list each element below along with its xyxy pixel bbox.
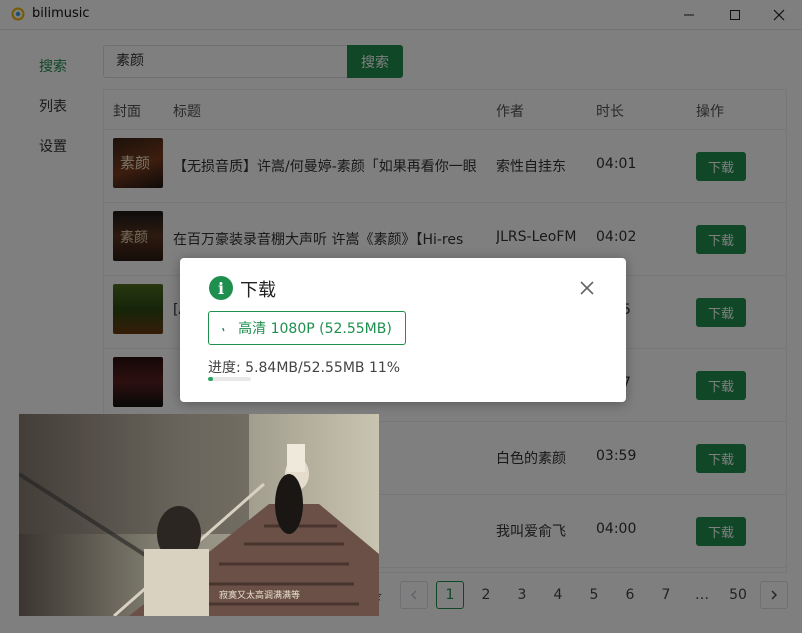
dialog-title: 下载 — [240, 280, 276, 301]
progress-value: 5.84MB/52.55MB 11% — [245, 360, 401, 376]
progress-bar — [208, 377, 251, 381]
quality-option-label: 高清 1080P (52.55MB) — [238, 321, 392, 337]
download-dialog: i 下载 高清 1080P (52.55MB) 进度: 5.84MB/52.55… — [180, 258, 626, 402]
progress-text: 进度: 5.84MB/52.55MB 11% — [208, 357, 400, 377]
close-icon[interactable] — [578, 279, 596, 297]
progress-label: 进度: — [208, 360, 241, 376]
quality-option-button[interactable]: 高清 1080P (52.55MB) — [208, 311, 406, 345]
video-preview[interactable]: 寂寞又太高调满满等 — [19, 414, 379, 616]
video-subtitle: 寂寞又太高调满满等 — [219, 591, 301, 601]
video-frame — [19, 414, 379, 616]
info-icon: i — [209, 276, 233, 300]
progress-bar-fill — [208, 377, 213, 381]
loading-icon — [222, 327, 225, 332]
